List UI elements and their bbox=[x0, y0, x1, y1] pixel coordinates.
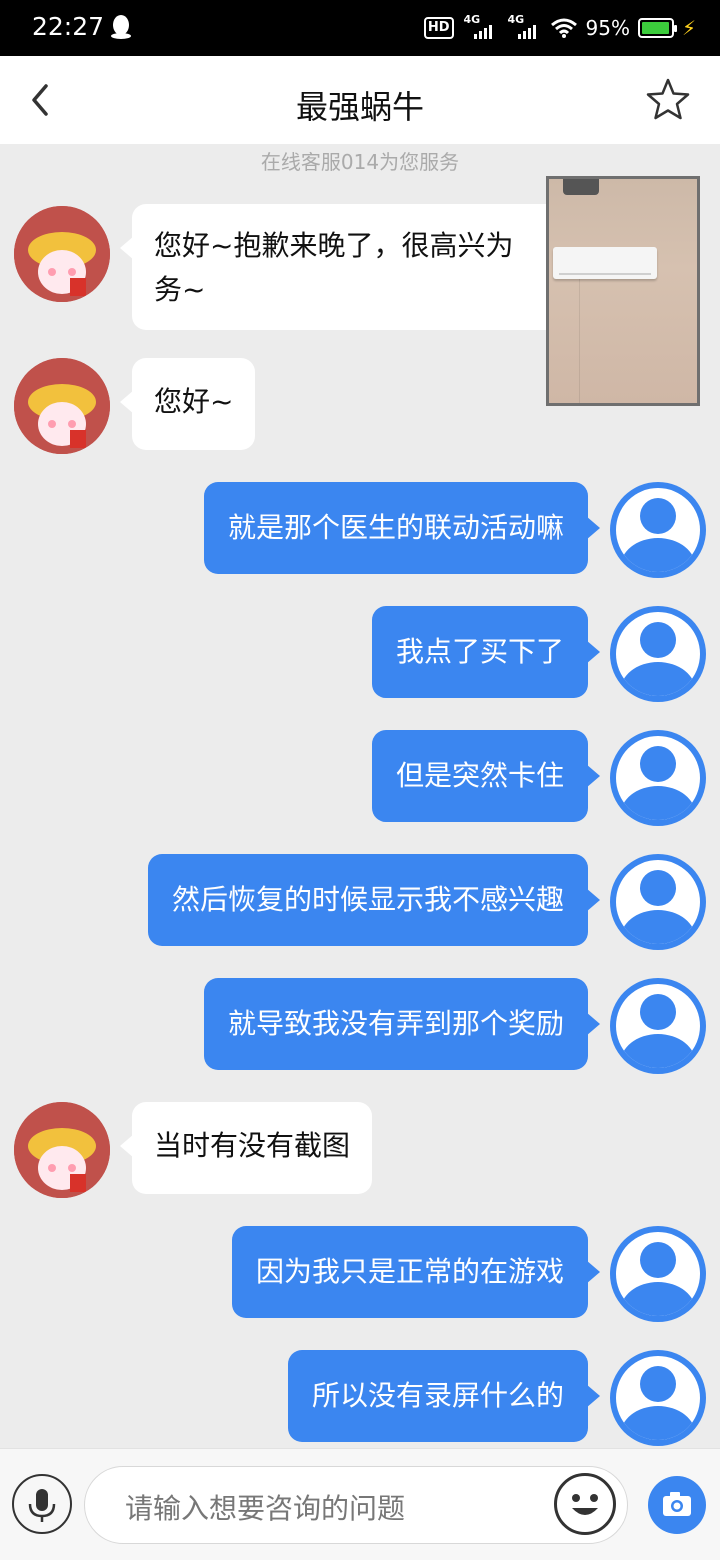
message-bubble-user[interactable]: 所以没有录屏什么的 bbox=[287, 1350, 601, 1442]
message-input[interactable]: 请输入想要咨询的问题 bbox=[84, 1466, 628, 1544]
message-bubble-user[interactable]: 就导致我没有弄到那个奖励 bbox=[203, 978, 601, 1070]
agent-avatar[interactable] bbox=[14, 358, 110, 454]
message-bubble-user[interactable]: 就是那个医生的联动活动嘛 bbox=[203, 482, 601, 574]
mic-icon[interactable] bbox=[12, 1474, 72, 1534]
message-text: 就导致我没有弄到那个奖励 bbox=[227, 1007, 564, 1040]
status-bar: 22:27 HD 4G 4G 95% ⚡ bbox=[0, 0, 720, 56]
status-time: 22:27 bbox=[32, 12, 105, 41]
user-avatar-icon[interactable] bbox=[610, 482, 706, 578]
message-bubble-user[interactable]: 但是突然卡住 bbox=[371, 730, 601, 822]
agent-avatar[interactable] bbox=[14, 206, 110, 302]
service-note: 在线客服014为您服务 bbox=[260, 150, 460, 174]
message-text: 就是那个医生的联动活动嘛 bbox=[227, 511, 564, 544]
user-avatar-icon[interactable] bbox=[610, 854, 706, 950]
message-bubble-agent[interactable]: 当时有没有截图 bbox=[119, 1102, 373, 1194]
star-icon[interactable] bbox=[644, 76, 692, 124]
chat-header: 最强蜗牛 bbox=[0, 56, 720, 144]
message-bubble-user[interactable]: 因为我只是正常的在游戏 bbox=[231, 1226, 601, 1318]
message-text: 务~ bbox=[154, 273, 206, 306]
hd-badge: HD bbox=[423, 17, 454, 39]
battery-percent: 95% bbox=[585, 16, 630, 40]
status-indicators: HD 4G 4G 95% ⚡ bbox=[423, 12, 696, 44]
floating-video-preview[interactable] bbox=[546, 176, 700, 406]
input-bar: 请输入想要咨询的问题 bbox=[0, 1448, 720, 1560]
agent-avatar[interactable] bbox=[14, 1102, 110, 1198]
user-avatar-icon[interactable] bbox=[610, 1350, 706, 1446]
message-bubble-agent[interactable]: 您好~抱歉来晚了，很高兴为 务~ bbox=[120, 204, 572, 330]
message-text: 所以没有录屏什么的 bbox=[311, 1379, 564, 1412]
user-avatar-icon[interactable] bbox=[610, 978, 706, 1074]
message-bubble-user[interactable]: 我点了买下了 bbox=[371, 606, 601, 698]
page-title: 最强蜗牛 bbox=[295, 88, 424, 126]
signal-icon: 4G bbox=[506, 13, 542, 41]
chat-messages[interactable]: 在线客服014为您服务 您好~抱歉来晚了，很高兴为 务~ 您好~ 就是那个医生的… bbox=[0, 144, 720, 1448]
message-text: 我点了买下了 bbox=[395, 635, 564, 668]
wifi-icon bbox=[550, 18, 577, 38]
battery-icon bbox=[637, 18, 677, 38]
message-text: 当时有没有截图 bbox=[154, 1129, 351, 1162]
message-text: 您好~抱歉来晚了，很高兴为 bbox=[154, 229, 514, 262]
user-avatar-icon[interactable] bbox=[610, 606, 706, 702]
qq-icon bbox=[111, 15, 131, 39]
user-avatar-icon[interactable] bbox=[610, 730, 706, 826]
message-text: 因为我只是正常的在游戏 bbox=[255, 1255, 564, 1288]
message-bubble-user[interactable]: 然后恢复的时候显示我不感兴趣 bbox=[147, 854, 601, 946]
message-text: 然后恢复的时候显示我不感兴趣 bbox=[171, 883, 564, 916]
camera-icon[interactable] bbox=[648, 1476, 706, 1534]
message-text: 您好~ bbox=[154, 385, 234, 418]
emoji-icon[interactable] bbox=[554, 1473, 616, 1535]
charging-icon: ⚡ bbox=[681, 16, 696, 40]
user-avatar-icon[interactable] bbox=[610, 1226, 706, 1322]
signal-icon: 4G bbox=[462, 13, 498, 41]
input-placeholder: 请输入想要咨询的问题 bbox=[125, 1492, 406, 1525]
message-bubble-agent[interactable]: 您好~ bbox=[119, 358, 256, 450]
message-text: 但是突然卡住 bbox=[395, 759, 564, 792]
